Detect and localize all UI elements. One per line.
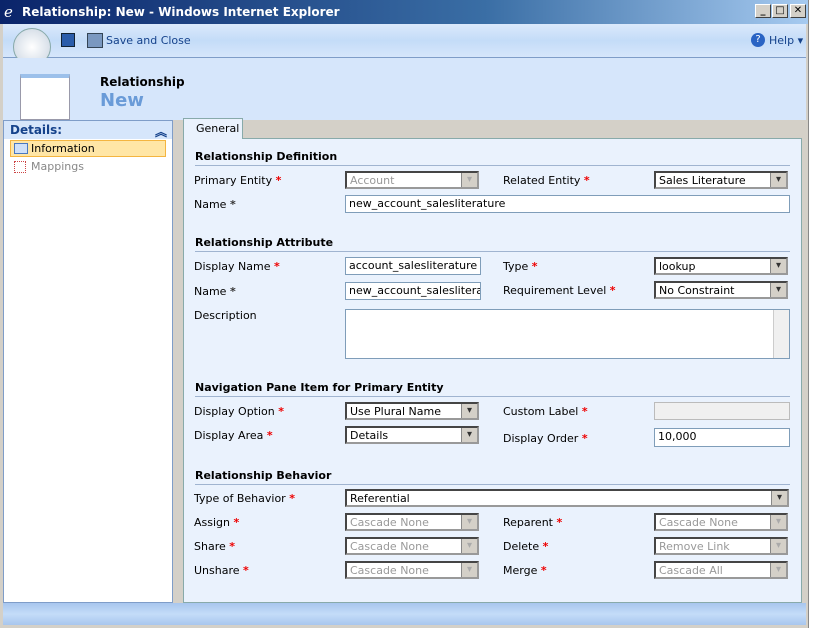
- unshare-select[interactable]: Cascade None: [345, 561, 479, 579]
- form-header: Relationship New: [3, 58, 806, 120]
- nav-title: Details:: [10, 123, 63, 137]
- merge-select[interactable]: Cascade All: [654, 561, 788, 579]
- type-select[interactable]: lookup: [654, 257, 788, 275]
- requirement-level-label: Requirement Level *: [503, 284, 616, 297]
- nav-item-information[interactable]: Information: [10, 140, 166, 157]
- display-area-label: Display Area *: [194, 429, 273, 442]
- relationship-entity-icon: [20, 74, 70, 120]
- relationship-name-input[interactable]: new_account_salesliterature: [345, 195, 790, 213]
- name-label: Name *: [194, 198, 236, 211]
- information-icon: [14, 143, 28, 154]
- help-label: Help: [769, 34, 795, 47]
- display-area-select[interactable]: Details: [345, 426, 479, 444]
- requirement-level-select[interactable]: No Constraint: [654, 281, 788, 299]
- collapse-icon[interactable]: ︽: [155, 123, 167, 140]
- description-textarea[interactable]: [345, 309, 790, 359]
- display-option-select[interactable]: Use Plural Name: [345, 402, 479, 420]
- section-relationship-definition: Relationship Definition: [195, 150, 790, 166]
- section-relationship-behavior: Relationship Behavior: [195, 469, 790, 485]
- type-of-behavior-label: Type of Behavior *: [194, 492, 295, 505]
- background-window: [808, 0, 817, 628]
- reparent-select[interactable]: Cascade None: [654, 513, 788, 531]
- entity-name: Relationship: [100, 75, 185, 89]
- footer-bar: [3, 603, 806, 625]
- section-navigation-pane: Navigation Pane Item for Primary Entity: [195, 381, 790, 397]
- share-label: Share *: [194, 540, 236, 553]
- description-scrollbar[interactable]: [773, 310, 789, 358]
- custom-label-label: Custom Label *: [503, 405, 588, 418]
- nav-item-mappings[interactable]: Mappings: [10, 158, 166, 175]
- related-entity-label: Related Entity *: [503, 174, 590, 187]
- nav-item-label: Mappings: [31, 160, 84, 173]
- display-order-input[interactable]: 10,000: [654, 428, 790, 447]
- save-close-icon: [87, 33, 103, 48]
- display-name-input[interactable]: account_salesliterature: [345, 257, 481, 275]
- help-button[interactable]: Help ▾: [769, 34, 803, 47]
- type-of-behavior-select[interactable]: Referential: [345, 489, 789, 507]
- assign-select[interactable]: Cascade None: [345, 513, 479, 531]
- save-icon[interactable]: [61, 33, 75, 47]
- share-select[interactable]: Cascade None: [345, 537, 479, 555]
- nav-item-label: Information: [31, 142, 95, 155]
- delete-select[interactable]: Remove Link: [654, 537, 788, 555]
- attribute-name-label: Name *: [194, 285, 236, 298]
- attribute-name-input[interactable]: new_account_salesliteratur: [345, 282, 481, 300]
- primary-entity-select[interactable]: Account: [345, 171, 479, 189]
- title-bar: Relationship: New - Windows Internet Exp…: [0, 0, 808, 24]
- primary-entity-label: Primary Entity *: [194, 174, 282, 187]
- reparent-label: Reparent *: [503, 516, 563, 529]
- maximize-button[interactable]: □: [772, 4, 788, 18]
- save-and-close-button[interactable]: Save and Close: [106, 34, 191, 47]
- record-state: New: [100, 90, 144, 111]
- nav-pane: Details: ︽ Information Mappings: [3, 120, 173, 603]
- related-entity-select[interactable]: Sales Literature: [654, 171, 788, 189]
- nav-header: Details: ︽: [4, 121, 172, 139]
- toolbar: Save and Close ? Help ▾: [3, 24, 806, 58]
- assign-label: Assign *: [194, 516, 240, 529]
- mappings-icon: [14, 161, 26, 173]
- unshare-label: Unshare *: [194, 564, 249, 577]
- tab-general[interactable]: General: [183, 118, 243, 139]
- display-name-label: Display Name *: [194, 260, 280, 273]
- ie-logo-icon: e: [4, 3, 13, 21]
- window-title: Relationship: New - Windows Internet Exp…: [22, 5, 340, 19]
- minimize-button[interactable]: _: [755, 4, 771, 18]
- close-button[interactable]: ✕: [790, 4, 806, 18]
- type-label: Type *: [503, 260, 538, 273]
- section-relationship-attribute: Relationship Attribute: [195, 236, 790, 252]
- custom-label-input[interactable]: [654, 402, 790, 420]
- display-option-label: Display Option *: [194, 405, 285, 418]
- help-icon: ?: [751, 33, 765, 47]
- merge-label: Merge *: [503, 564, 547, 577]
- description-label: Description: [194, 309, 257, 322]
- delete-label: Delete *: [503, 540, 549, 553]
- display-order-label: Display Order *: [503, 432, 588, 445]
